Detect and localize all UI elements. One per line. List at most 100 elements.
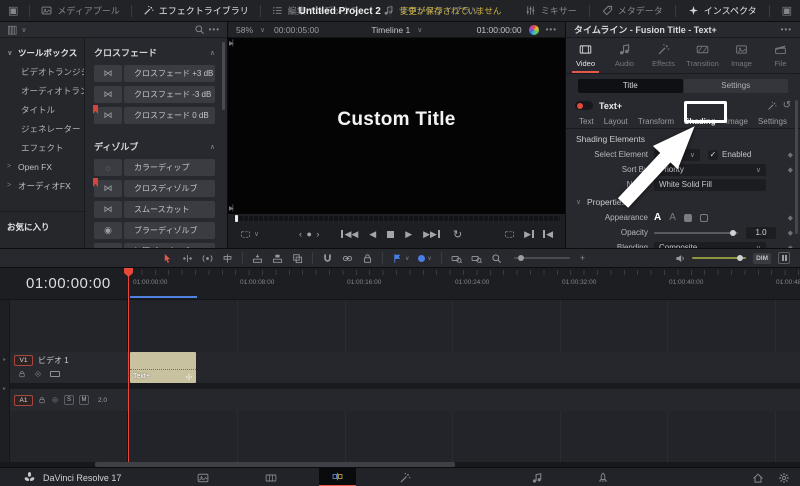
- overflow-menu-icon[interactable]: •••: [209, 25, 220, 34]
- sort-by-dropdown[interactable]: Priority ∨: [654, 163, 766, 176]
- texttab-layout[interactable]: Layout: [604, 117, 628, 126]
- insert-clip-button[interactable]: [252, 253, 263, 264]
- stop-button[interactable]: [387, 230, 395, 238]
- effect-item-crossfade-minus3[interactable]: ⋈ クロスフェード -3 dB: [94, 86, 215, 103]
- mute-button[interactable]: M: [79, 395, 89, 405]
- tab-image[interactable]: Image: [722, 38, 761, 73]
- track-v1-badge[interactable]: V1: [14, 355, 33, 366]
- replace-clip-button[interactable]: [292, 253, 303, 264]
- settings-gear-button[interactable]: [778, 472, 790, 484]
- page-media-button[interactable]: [197, 472, 209, 484]
- chevron-down-icon[interactable]: ∨: [260, 26, 267, 34]
- subtab-settings[interactable]: Settings: [683, 79, 788, 93]
- timeline-clip-textplus[interactable]: Text+: [130, 352, 196, 383]
- next-marker-button[interactable]: ▶: [524, 229, 535, 240]
- opacity-value[interactable]: 1.0: [746, 226, 776, 239]
- media-pool-button[interactable]: メディアプール: [41, 4, 120, 17]
- section-header-crossfade[interactable]: クロスフェード ∧: [94, 46, 215, 59]
- panel-layout-icon[interactable]: ▣: [8, 4, 18, 17]
- chevron-down-icon[interactable]: ∨: [417, 26, 424, 34]
- tab-audio[interactable]: Audio: [605, 38, 644, 73]
- appearance-border-square-icon[interactable]: [699, 213, 708, 222]
- keyframe-diamond-icon[interactable]: ◆: [788, 166, 793, 174]
- scrub-playhead[interactable]: [235, 215, 238, 222]
- effect-item-color-dip[interactable]: ◌ カラーディップ: [94, 159, 215, 176]
- marker-button[interactable]: ∨: [418, 254, 432, 262]
- keyframe-wand-icon[interactable]: [767, 101, 777, 111]
- track-a1-badge[interactable]: A1: [14, 394, 33, 406]
- track-enable-icon[interactable]: [50, 370, 60, 377]
- keyframe-diamond-icon[interactable]: ◆: [788, 229, 793, 237]
- play-button[interactable]: ▶: [405, 229, 412, 240]
- sidebar-item-audiofx[interactable]: > オーディオFX: [0, 176, 84, 195]
- zoom-custom-button[interactable]: [491, 253, 502, 264]
- safe-area-button[interactable]: ∨: [240, 229, 261, 240]
- inspector-button[interactable]: インスペクタ: [688, 4, 757, 17]
- mixer-button[interactable]: ミキサー: [525, 4, 577, 17]
- sidebar-item-openfx[interactable]: > Open FX: [0, 157, 84, 176]
- sidebar-item-favorites[interactable]: お気に入り: [0, 217, 84, 236]
- dynamic-trim-mode-button[interactable]: [202, 253, 213, 264]
- dim-button[interactable]: DIM: [753, 252, 771, 264]
- timeline-ruler[interactable]: 01:00:00:00 01:00:00:00 01:00:08:00 01:0…: [0, 268, 800, 300]
- home-button[interactable]: [752, 472, 764, 484]
- chevron-down-icon[interactable]: ∨: [21, 26, 28, 34]
- keyframe-diamond-icon[interactable]: ◆: [788, 151, 793, 159]
- effect-item-blur-dissolve[interactable]: ◉ ブラーディゾルブ: [94, 222, 215, 239]
- lock-icon[interactable]: [38, 396, 46, 404]
- tab-effects[interactable]: Effects: [644, 38, 683, 73]
- scrollbar[interactable]: [222, 42, 225, 110]
- step-back-button[interactable]: ◀: [369, 229, 376, 240]
- auto-select-icon[interactable]: [51, 396, 59, 404]
- zoom-detail-button[interactable]: [471, 253, 482, 264]
- tab-file[interactable]: File: [761, 38, 800, 73]
- sidebar-item-titles[interactable]: タイトル: [0, 100, 84, 119]
- timeline-zoom-slider[interactable]: [513, 255, 570, 261]
- viewer-scrub-bar[interactable]: [233, 215, 560, 222]
- search-icon[interactable]: [194, 24, 205, 35]
- tab-video[interactable]: Video: [566, 38, 605, 73]
- sidebar-item-generators[interactable]: ジェネレーター: [0, 119, 84, 138]
- flag-button[interactable]: ∨: [392, 253, 409, 264]
- snapping-button[interactable]: [322, 253, 333, 264]
- go-to-start-button[interactable]: ◀◀: [340, 229, 358, 240]
- zoom-full-extent-button[interactable]: [451, 253, 462, 264]
- chevron-down-icon[interactable]: ∨: [576, 198, 583, 206]
- metadata-button[interactable]: メタデータ: [602, 4, 663, 17]
- texttab-transform[interactable]: Transform: [638, 117, 674, 126]
- jog-control[interactable]: ‹ ● ›: [299, 229, 320, 239]
- slider-knob[interactable]: [730, 229, 736, 236]
- audio-track-lane[interactable]: [128, 389, 800, 411]
- section-header-dissolve[interactable]: ディゾルブ ∧: [94, 140, 215, 153]
- meters-icon[interactable]: [778, 252, 790, 264]
- effect-item-smooth-cut[interactable]: ⋈ スムースカット: [94, 201, 215, 218]
- scrollbar[interactable]: [795, 100, 798, 234]
- appearance-outline-icon[interactable]: A: [669, 212, 676, 223]
- panel-layout-icon[interactable]: ▣: [782, 4, 792, 17]
- trim-edit-mode-button[interactable]: [182, 253, 193, 264]
- enabled-checkbox[interactable]: ✓: [708, 149, 718, 160]
- overflow-menu-icon[interactable]: •••: [781, 25, 792, 34]
- collapse-icon[interactable]: ∧: [210, 143, 215, 151]
- zoom-plus-icon[interactable]: +: [580, 253, 585, 263]
- loop-button[interactable]: ↻: [453, 228, 462, 241]
- solo-button[interactable]: S: [64, 395, 74, 405]
- appearance-solid-square-icon[interactable]: [683, 213, 692, 222]
- speaker-icon[interactable]: [675, 253, 686, 264]
- go-to-end-button[interactable]: ▶▶: [423, 229, 441, 240]
- timeline-selector[interactable]: Timeline 1: [371, 25, 410, 35]
- subtab-title[interactable]: Title: [578, 79, 683, 93]
- collapse-icon[interactable]: ∧: [210, 49, 215, 57]
- sidebar-item-video-transitions[interactable]: ビデオトランジシ...: [0, 62, 84, 81]
- track-v1-name[interactable]: ビデオ 1: [38, 355, 69, 366]
- page-edit-button[interactable]: [319, 468, 356, 486]
- prev-marker-button[interactable]: ◀: [542, 229, 553, 240]
- opacity-slider[interactable]: [654, 229, 738, 236]
- reset-icon[interactable]: ↺: [783, 100, 791, 111]
- playhead-marker[interactable]: [124, 268, 133, 277]
- overflow-menu-icon[interactable]: •••: [546, 25, 557, 34]
- page-deliver-button[interactable]: [597, 472, 609, 484]
- texttab-image[interactable]: Image: [726, 117, 748, 126]
- audio-monitor-slider[interactable]: [692, 255, 747, 261]
- sidebar-item-effects[interactable]: エフェクト: [0, 138, 84, 157]
